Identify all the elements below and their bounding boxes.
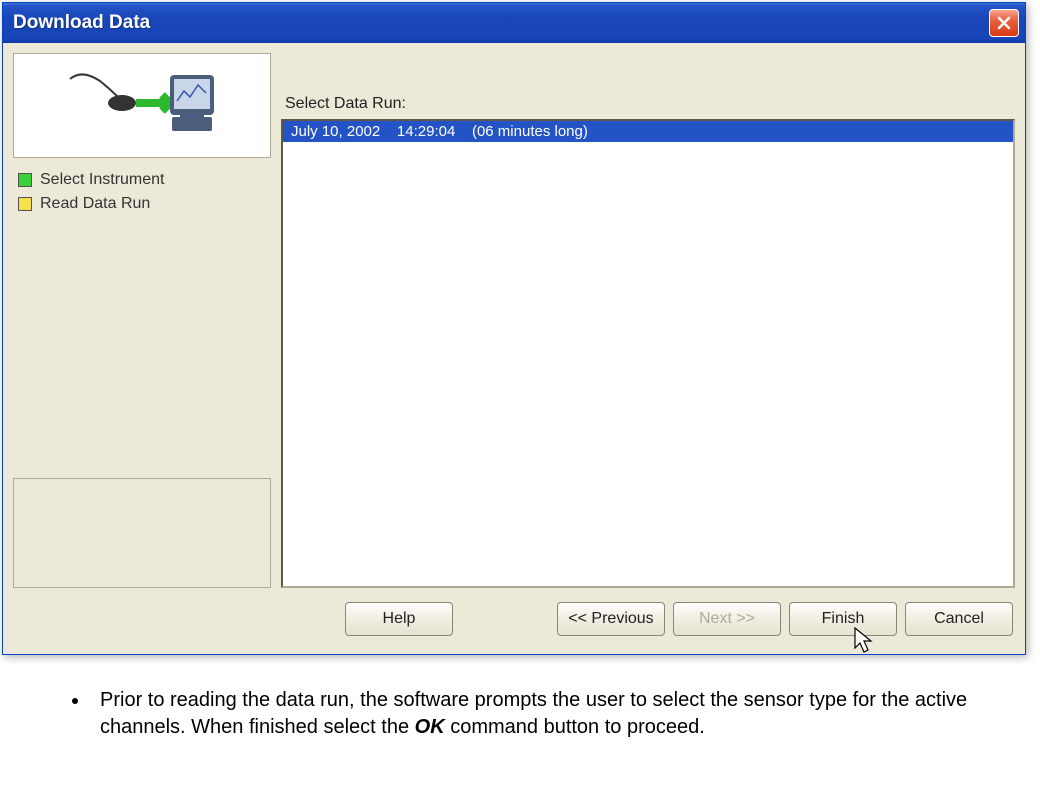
download-data-window: Download Data	[2, 2, 1026, 655]
step-read-data-run: Read Data Run	[18, 192, 266, 216]
main-panel: Select Data Run: July 10, 2002 14:29:04 …	[281, 53, 1015, 588]
step-label: Read Data Run	[40, 195, 150, 213]
button-row: Help << Previous Next >> Finish Cancel	[3, 588, 1025, 654]
next-button: Next >>	[673, 602, 781, 636]
documentation-paragraph: Prior to reading the data run, the softw…	[0, 657, 1040, 751]
close-button[interactable]	[989, 9, 1019, 37]
wizard-image	[13, 53, 271, 158]
help-button[interactable]: Help	[345, 602, 453, 636]
doc-bullet: Prior to reading the data run, the softw…	[90, 687, 1000, 741]
step-label: Select Instrument	[40, 171, 165, 189]
step-marker-done-icon	[18, 173, 32, 187]
titlebar[interactable]: Download Data	[3, 3, 1025, 43]
doc-text-post: command button to proceed.	[445, 716, 705, 738]
list-label: Select Data Run:	[281, 95, 1015, 113]
window-title: Download Data	[13, 12, 150, 34]
content-area: Select Instrument Read Data Run Select D…	[3, 43, 1025, 588]
previous-button[interactable]: << Previous	[557, 602, 665, 636]
sidebar-info-panel	[13, 478, 271, 588]
sidebar: Select Instrument Read Data Run	[13, 53, 271, 588]
cancel-button[interactable]: Cancel	[905, 602, 1013, 636]
wizard-steps: Select Instrument Read Data Run	[13, 158, 271, 226]
list-item[interactable]: July 10, 2002 14:29:04 (06 minutes long)	[283, 121, 1013, 142]
finish-button[interactable]: Finish	[789, 602, 897, 636]
close-icon	[996, 15, 1012, 31]
data-run-listbox[interactable]: July 10, 2002 14:29:04 (06 minutes long)	[281, 119, 1015, 588]
step-marker-current-icon	[18, 197, 32, 211]
instrument-monitor-icon	[62, 61, 222, 151]
doc-text-ok: OK	[415, 716, 445, 738]
step-select-instrument: Select Instrument	[18, 168, 266, 192]
